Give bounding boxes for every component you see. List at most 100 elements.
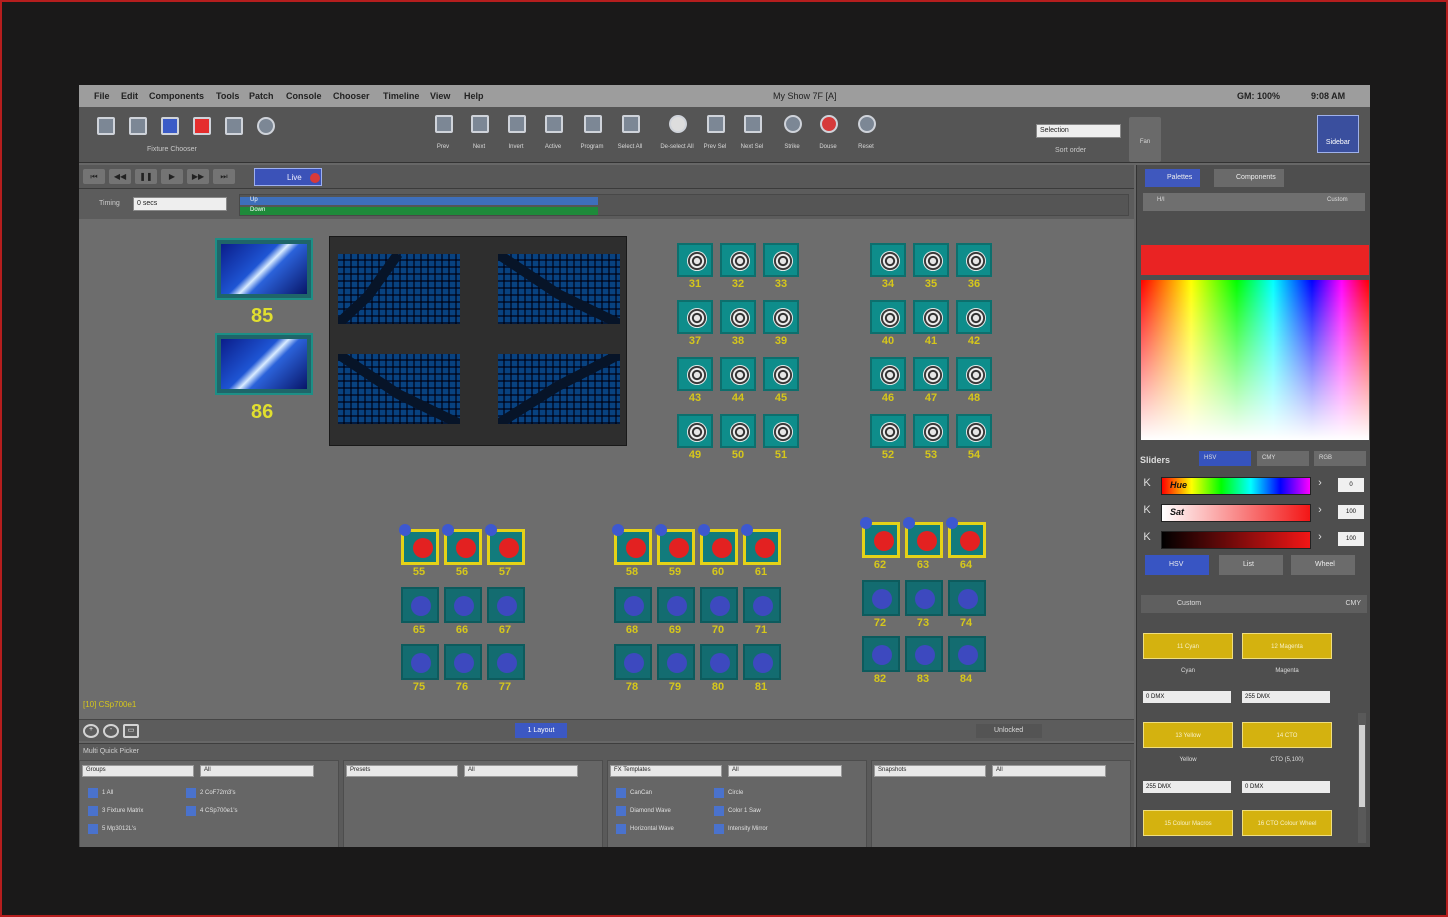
position-button[interactable] — [249, 113, 281, 158]
pause-button[interactable]: ❚❚ — [135, 169, 157, 184]
fixture-58[interactable] — [612, 524, 652, 565]
magenta-value[interactable]: 255 DMX — [1242, 691, 1330, 703]
wheel-view-button[interactable]: Wheel — [1291, 555, 1355, 575]
tab-components[interactable]: Components — [1214, 169, 1284, 187]
reset-button[interactable]: Reset — [850, 111, 882, 156]
select-all-button[interactable]: Select All — [614, 111, 646, 156]
fixture-45[interactable] — [763, 357, 799, 391]
fixture-44[interactable] — [720, 357, 756, 391]
fixture-47[interactable] — [913, 357, 949, 391]
fixture-67[interactable] — [487, 587, 525, 623]
play-button[interactable]: ▶ — [161, 169, 183, 184]
douse-button[interactable]: Douse — [812, 111, 844, 156]
timeline[interactable]: Up Down — [239, 194, 1129, 216]
fixture-53[interactable] — [913, 414, 949, 448]
fx-item[interactable]: Color 1 Saw — [714, 806, 761, 816]
fixture-33[interactable] — [763, 243, 799, 277]
fx-select[interactable]: FX Templates — [610, 765, 722, 777]
fixture-79[interactable] — [657, 644, 695, 680]
fixture-80[interactable] — [700, 644, 738, 680]
fx-item[interactable]: Horizontal Wave — [616, 824, 674, 834]
fixture-70[interactable] — [700, 587, 738, 623]
cto-colour-wheel-button[interactable]: 16 CTO Colour Wheel — [1242, 810, 1332, 836]
fixture-59[interactable] — [655, 524, 695, 565]
yellow-value[interactable]: 255 DMX — [1143, 781, 1231, 793]
cyan-value[interactable]: 0 DMX — [1143, 691, 1231, 703]
fixture-matrix[interactable] — [329, 236, 627, 446]
fixture-41[interactable] — [913, 300, 949, 334]
go-end-button[interactable]: ⏭ — [213, 169, 235, 184]
sidebar-scroll-thumb[interactable] — [1359, 725, 1365, 807]
fixture-69[interactable] — [657, 587, 695, 623]
zoom-fit-icon[interactable]: ▭ — [123, 724, 139, 738]
magenta-palette-button[interactable]: 12 Magenta — [1242, 633, 1332, 659]
fx-item[interactable]: Circle — [714, 788, 743, 798]
custom-palette-button[interactable]: Custom — [1327, 197, 1348, 203]
sat-value[interactable]: 100 — [1338, 505, 1364, 519]
fixture-84[interactable] — [948, 636, 986, 672]
next-sel-button[interactable]: Next Sel — [736, 111, 768, 156]
groups-select[interactable]: Groups — [82, 765, 194, 777]
fixture-77[interactable] — [487, 644, 525, 680]
fixture-48[interactable] — [956, 357, 992, 391]
beam-button[interactable] — [217, 113, 249, 158]
fixture-72[interactable] — [862, 580, 900, 616]
fixture-35[interactable] — [913, 243, 949, 277]
cto-palette-button[interactable]: 14 CTO — [1242, 722, 1332, 748]
fixture-73[interactable] — [905, 580, 943, 616]
fixture-56[interactable] — [442, 524, 482, 565]
hue-value[interactable]: 0 — [1338, 478, 1364, 492]
program-button[interactable]: Program — [576, 111, 608, 156]
hsv-mode-button[interactable]: HSV — [1199, 451, 1251, 466]
fixture-34[interactable] — [870, 243, 906, 277]
fixture-71[interactable] — [743, 587, 781, 623]
rewind-button[interactable]: ◀◀ — [109, 169, 131, 184]
fixture-63[interactable] — [903, 517, 943, 558]
cmy-mode-button[interactable]: CMY — [1257, 451, 1309, 466]
image-fixture-85[interactable] — [215, 238, 313, 300]
fixture-layout-button[interactable] — [89, 113, 121, 158]
hue-min-arrow[interactable]: K — [1141, 477, 1153, 493]
hsv-view-button[interactable]: HSV — [1145, 555, 1209, 575]
group-item[interactable]: 1 All — [88, 788, 113, 798]
tab-palettes[interactable]: Palettes — [1145, 169, 1201, 187]
fixture-37[interactable] — [677, 300, 713, 334]
sidebar-toggle-button[interactable]: Sidebar — [1317, 115, 1359, 153]
go-start-button[interactable]: ⏮ — [83, 169, 105, 184]
colour-macros-button[interactable]: 15 Colour Macros — [1143, 810, 1233, 836]
fixture-54[interactable] — [956, 414, 992, 448]
fixture-68[interactable] — [614, 587, 652, 623]
yellow-palette-button[interactable]: 13 Yellow — [1143, 722, 1233, 748]
value-min-arrow[interactable]: K — [1141, 531, 1153, 547]
menu-file[interactable]: File — [94, 91, 110, 101]
fixture-74[interactable] — [948, 580, 986, 616]
color-spectrum[interactable] — [1141, 280, 1369, 440]
fx-filter[interactable]: All — [728, 765, 842, 777]
fixture-51[interactable] — [763, 414, 799, 448]
fixture-36[interactable] — [956, 243, 992, 277]
menu-help[interactable]: Help — [464, 91, 484, 101]
deselect-all-button[interactable]: De-select All — [660, 111, 694, 156]
groups-filter[interactable]: All — [200, 765, 314, 777]
fixture-50[interactable] — [720, 414, 756, 448]
snapshots-filter[interactable]: All — [992, 765, 1106, 777]
lock-toggle[interactable]: Unlocked — [976, 724, 1042, 738]
group-item[interactable]: 2 CoF72m3's — [186, 788, 236, 798]
value-slider[interactable] — [1161, 531, 1311, 549]
menu-console[interactable]: Console — [286, 91, 322, 101]
fixture-60[interactable] — [698, 524, 738, 565]
custom-bar[interactable]: Custom CMY — [1141, 595, 1367, 613]
fixture-83[interactable] — [905, 636, 943, 672]
menu-timeline[interactable]: Timeline — [383, 91, 419, 101]
fixture-55[interactable] — [399, 524, 439, 565]
live-tab[interactable]: Live — [254, 168, 322, 186]
menu-components[interactable]: Components — [149, 91, 204, 101]
layout-canvas[interactable]: 85 86 31 32 33 37 38 39 43 44 45 49 50 51 34 35 36 40 41… — [79, 219, 1134, 719]
fixture-38[interactable] — [720, 300, 756, 334]
fixture-49[interactable] — [677, 414, 713, 448]
fast-forward-button[interactable]: ▶▶ — [187, 169, 209, 184]
layout-tab[interactable]: 1 Layout — [515, 723, 567, 738]
fixture-52[interactable] — [870, 414, 906, 448]
fx-item[interactable]: CanCan — [616, 788, 652, 798]
sat-max-arrow[interactable]: › — [1314, 504, 1326, 520]
